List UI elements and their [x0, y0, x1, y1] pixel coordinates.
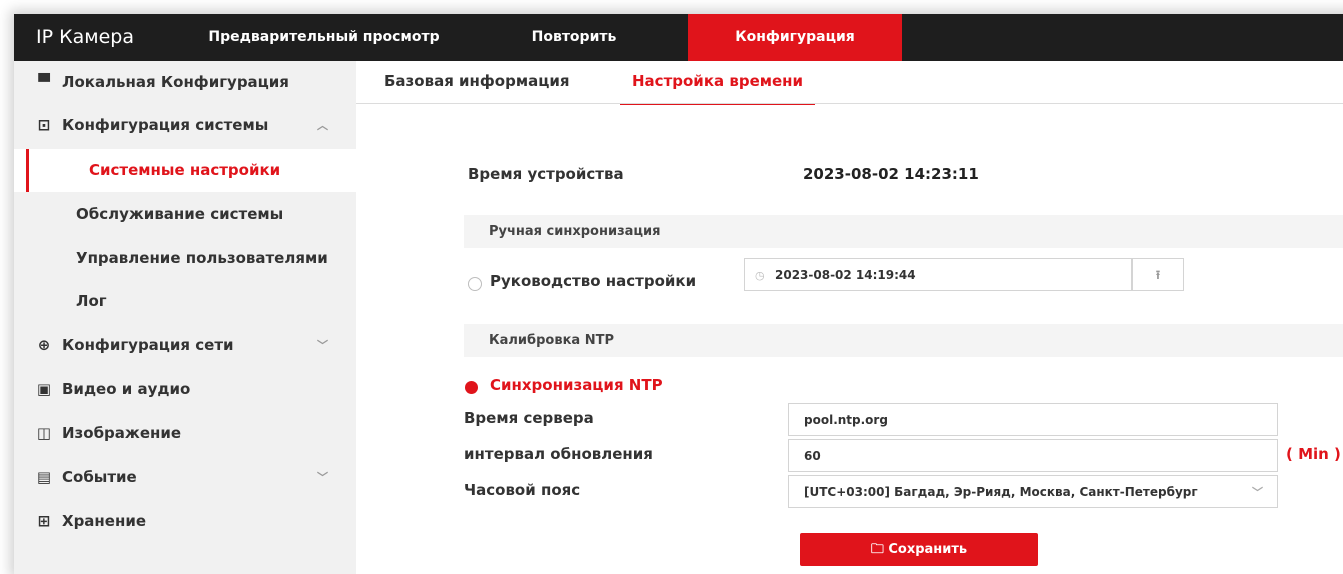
folder-icon: 🗀	[870, 542, 889, 557]
tab-preview[interactable]: Предварительный просмотр	[190, 14, 458, 61]
system-config-icon: ⊡	[37, 116, 51, 134]
ntp-section: Калибровка NTP	[464, 324, 1343, 357]
timezone-select[interactable]: [UTC+03:00] Багдад, Эр-Рияд, Москва, Сан…	[788, 475, 1278, 508]
interval-input[interactable]: 60	[788, 439, 1278, 472]
interval-unit: ( Min )	[1286, 445, 1341, 463]
sidebar-item-log[interactable]: Лог	[14, 280, 356, 323]
server-input[interactable]: pool.ntp.org	[788, 403, 1278, 436]
sidebar-item-video-audio[interactable]: ▣ Видео и аудио	[14, 368, 356, 411]
chevron-down-icon: ﹀	[317, 339, 328, 352]
interval-label: интервал обновления	[464, 445, 653, 463]
sidebar-item-image[interactable]: ◫ Изображение	[14, 412, 356, 455]
manual-radio[interactable]	[468, 277, 482, 291]
ntp-radio[interactable]	[465, 381, 478, 394]
sidebar-item-local-config[interactable]: ▀ Локальная Конфигурация	[14, 61, 356, 104]
server-time-label: Время сервера	[464, 409, 594, 427]
top-bar: IP Камера Предварительный просмотр Повто…	[14, 14, 1343, 61]
sidebar-item-storage[interactable]: ⊞ Хранение	[14, 500, 356, 543]
sidebar-item-event[interactable]: ▤ Событие ﹀	[14, 456, 356, 499]
device-time-label: Время устройства	[468, 165, 624, 183]
timezone-label: Часовой пояс	[464, 481, 581, 499]
monitor-icon: ▀	[38, 73, 50, 91]
sidebar-item-system-maintenance[interactable]: Обслуживание системы	[14, 193, 356, 236]
manual-sync-section: Ручная синхронизация	[464, 215, 1343, 248]
sidebar-item-system-settings[interactable]: Системные настройки	[14, 149, 356, 192]
clock-icon: ◷	[755, 269, 765, 282]
event-icon: ▤	[36, 468, 52, 486]
tab-playback[interactable]: Повторить	[484, 14, 664, 61]
sidebar-item-network-config[interactable]: ⊕ Конфигурация сети ﹀	[14, 324, 356, 367]
device-time-value: 2023-08-02 14:23:11	[803, 165, 979, 183]
app-window: IP Камера Предварительный просмотр Повто…	[14, 14, 1343, 574]
tab-configuration[interactable]: Конфигурация	[688, 14, 902, 61]
tab-time-settings[interactable]: Настройка времени	[620, 61, 816, 105]
storage-icon: ⊞	[37, 512, 51, 530]
manual-datetime-input[interactable]: ◷ 2023-08-02 14:19:44	[744, 258, 1132, 291]
sidebar: ▀ Локальная Конфигурация ⊡ Конфигурация …	[14, 61, 356, 574]
chevron-up-icon: ︿	[317, 119, 328, 132]
chevron-down-icon: ﹀	[1252, 486, 1263, 499]
video-audio-icon: ▣	[36, 380, 52, 398]
sidebar-item-system-config[interactable]: ⊡ Конфигурация системы ︿	[14, 104, 356, 147]
ntp-sync-label: Синхронизация NTP	[490, 376, 663, 394]
save-button[interactable]: 🗀 Сохранить	[800, 533, 1038, 566]
tab-basic-info[interactable]: Базовая информация	[384, 61, 570, 103]
sidebar-item-user-management[interactable]: Управление пользователями	[14, 237, 356, 280]
manual-setting-label: Руководство настройки	[490, 272, 697, 290]
upload-icon[interactable]: ⭱	[1132, 258, 1184, 291]
app-title: IP Камера	[36, 26, 134, 48]
divider	[356, 103, 1343, 104]
chevron-down-icon: ﹀	[317, 471, 328, 484]
image-icon: ◫	[36, 424, 52, 442]
globe-icon: ⊕	[37, 336, 51, 354]
main-content: Базовая информация Настройка времени Вре…	[356, 61, 1343, 574]
